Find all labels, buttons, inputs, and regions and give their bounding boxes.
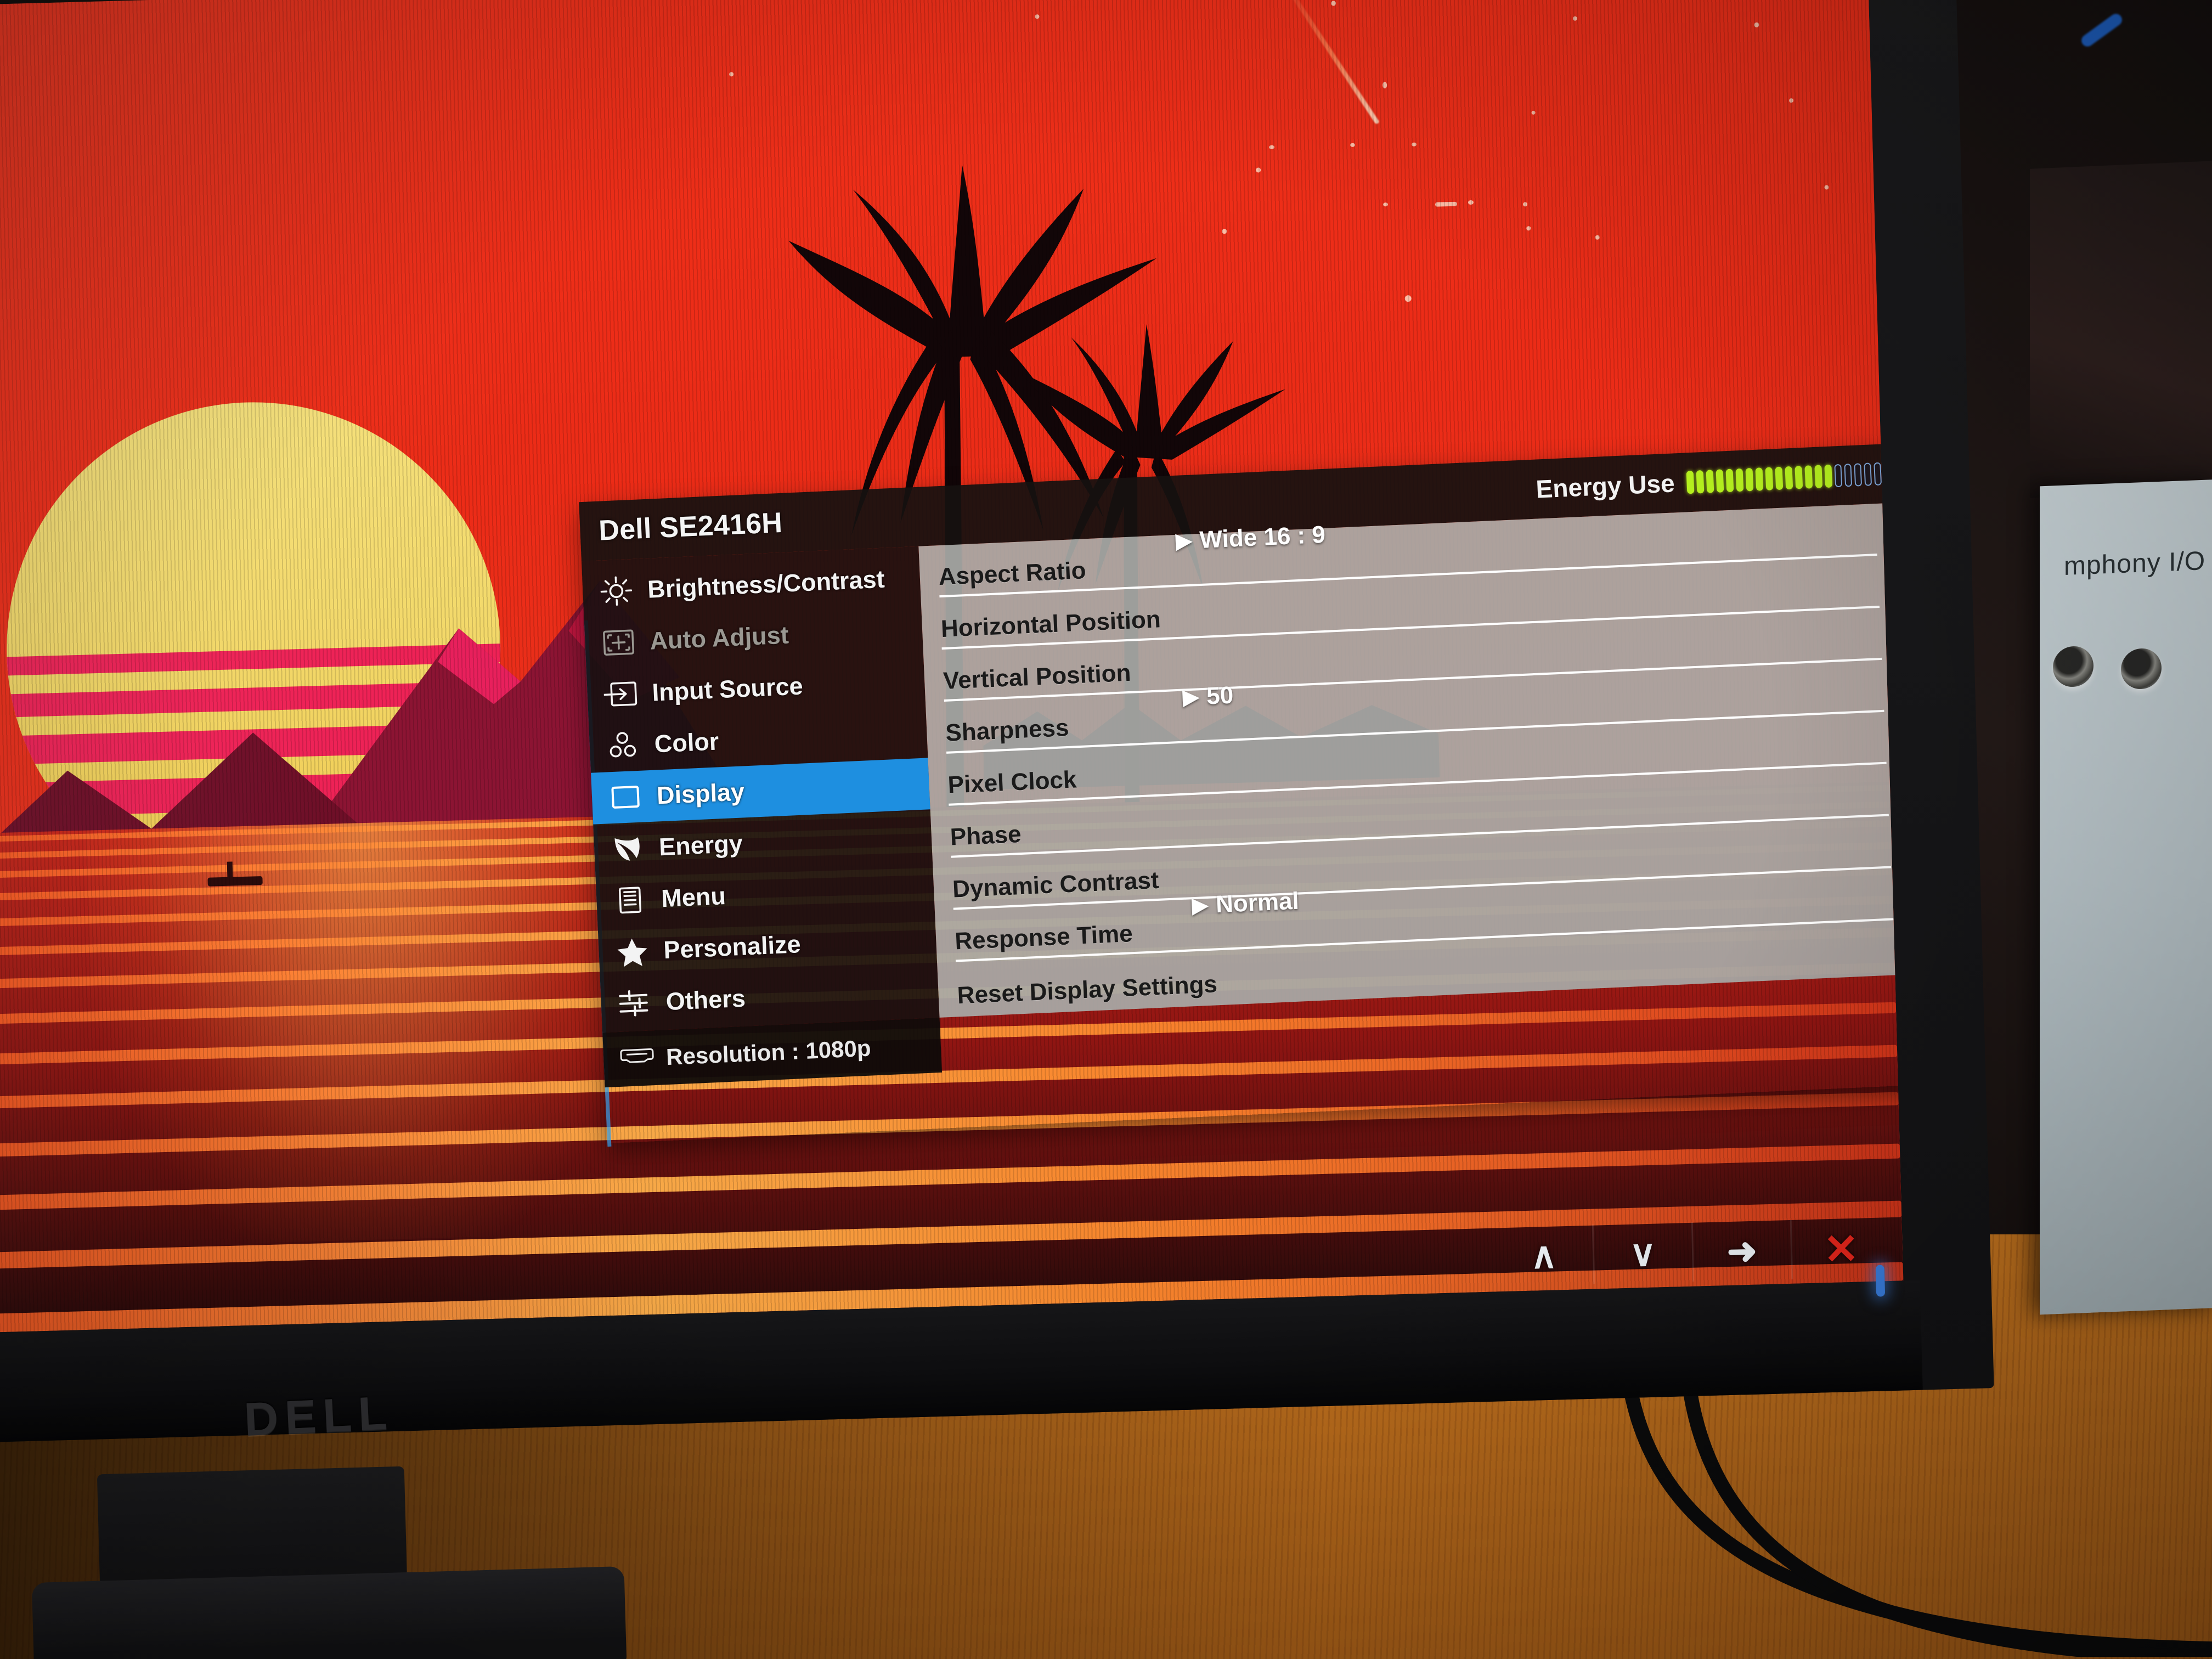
osd-body: Brightness/Contrast Auto Adjust Input Sour… [581,503,1904,1147]
osd-sidebar: Brightness/Contrast Auto Adjust Input Sour… [581,546,940,1033]
resolution-label: Resolution : 1080p [665,1035,872,1070]
energy-bar-filled [1706,470,1714,493]
dell-logo: DELL [242,1386,395,1447]
star-icon [614,935,650,968]
setting-label: Vertical Position [943,659,1132,695]
up-icon: ∧ [1530,1234,1558,1276]
sidebar-item-label: Menu [661,882,726,913]
energy-bar-filled [1775,466,1784,490]
energy-bar-filled [1716,469,1724,493]
sidebar-item-label: Brightness/Contrast [647,565,885,603]
display-icon [608,781,643,814]
sidebar-item-label: Personalize [663,930,802,964]
energy-bar-filled [1755,467,1764,491]
energy-leaf-icon [610,833,645,865]
energy-bar-empty [1834,464,1843,488]
energy-bar-filled [1725,469,1734,493]
setting-value: ▶ Wide 16 : 9 [1175,521,1326,555]
setting-label: Response Time [954,920,1133,955]
brightness-icon [599,575,634,607]
menu-list-icon [612,884,647,916]
enter-icon: ➜ [1726,1229,1758,1272]
sidebar-item-label: Input Source [651,672,804,707]
monitor-stand-base [31,1566,627,1659]
sidebar-item-label: Others [665,984,746,1016]
close-icon: ✕ [1823,1225,1859,1273]
energy-bar-empty [1864,462,1872,486]
up-button[interactable]: ∧ [1494,1224,1595,1286]
caret-right-icon: ▶ [1182,685,1200,709]
sidebar-item-label: Auto Adjust [649,620,789,655]
energy-bar-filled [1824,464,1833,488]
energy-bar-empty [1874,462,1882,486]
sidebar-item-label: Display [656,777,746,810]
setting-label: Phase [949,820,1022,851]
setting-label: Reset Display Settings [956,970,1218,1009]
input-source-icon [603,678,639,710]
color-icon [606,730,641,762]
energy-bar-filled [1765,467,1774,490]
down-icon: ∨ [1629,1232,1657,1274]
sliders-icon [617,987,652,1019]
setting-label: Pixel Clock [947,766,1077,799]
caret-right-icon: ▶ [1175,529,1193,553]
energy-bar-filled [1814,465,1823,488]
osd-title: Dell SE2416H [598,506,783,547]
energy-bar-empty [1854,463,1863,487]
caret-right-icon: ▶ [1192,893,1209,918]
setting-label: Sharpness [945,714,1070,747]
energy-bar-filled [1785,466,1793,490]
hdmi-icon [619,1042,654,1075]
down-button[interactable]: ∨ [1593,1222,1694,1284]
monitor-screen: Dell SE2416H Energy Use Brightness/Contr… [0,0,1904,1333]
energy-bar-empty [1844,463,1853,487]
audio-interface-label: mphony I/O [2064,546,2206,581]
equipment-rack-top [2030,160,2212,498]
energy-bar-filled [1745,467,1754,492]
auto-adjust-icon [601,627,636,659]
setting-value-text: 50 [1206,681,1234,710]
setting-value: ▶ 50 [1182,682,1234,712]
setting-value: ▶ Normal [1192,888,1300,920]
setting-value-text: Wide 16 : 9 [1199,521,1326,554]
osd-nav-buttons[interactable]: ∧ ∨ ➜ ✕ [1494,1218,1891,1286]
energy-use-meter: Energy Use [1535,459,1882,504]
enter-button[interactable]: ➜ [1692,1220,1793,1282]
sidebar-item-label: Energy [658,829,743,861]
audio-interface-faceplate [2040,479,2212,1315]
energy-bar-filled [1696,470,1705,494]
photo-scene: mphony I/O Dell SE2416H Energy Use Brigh… [0,0,2212,1659]
energy-use-bars [1686,462,1882,494]
close-button[interactable]: ✕ [1792,1218,1891,1279]
energy-bar-filled [1804,465,1813,489]
osd-menu: Dell SE2416H Energy Use Brightness/Contr… [579,443,1904,1147]
energy-bar-filled [1735,468,1744,492]
sidebar-item-label: Color [653,727,720,758]
energy-bar-filled [1795,465,1803,489]
energy-use-label: Energy Use [1535,469,1675,504]
setting-value-text: Normal [1215,887,1300,918]
setting-label: Aspect Ratio [938,557,1087,591]
osd-settings-panel: Aspect Ratio ▶ Wide 16 : 9 Horizontal Posit… [918,503,1904,1018]
energy-bar-filled [1686,470,1695,494]
